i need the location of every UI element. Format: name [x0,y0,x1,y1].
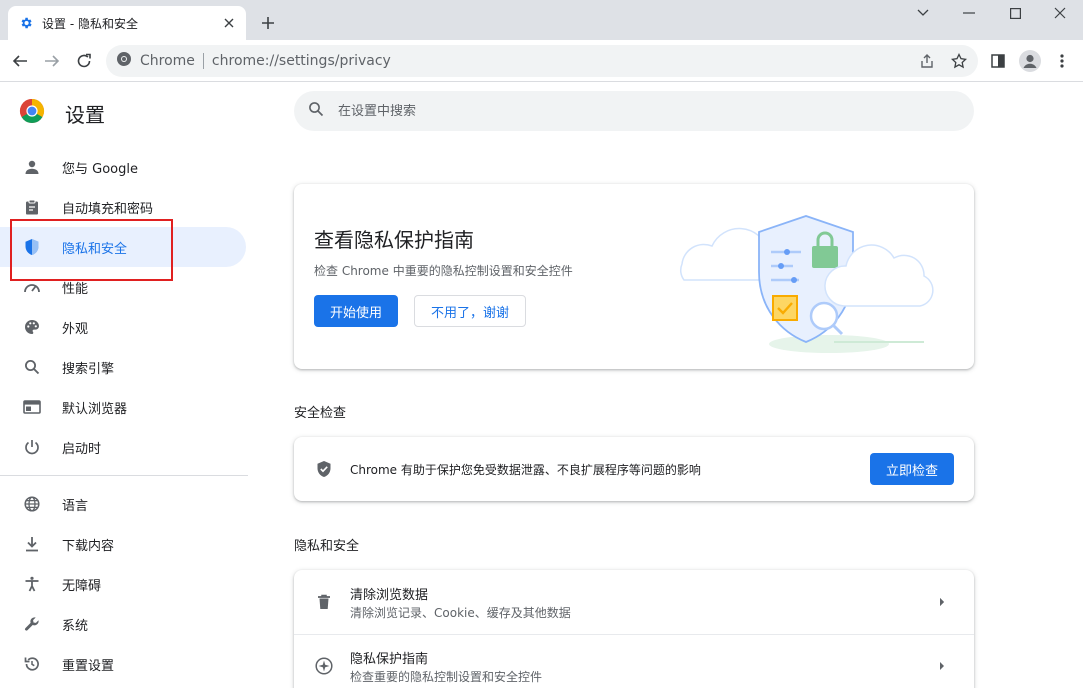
sidebar-item-downloads[interactable]: 下载内容 [0,524,246,564]
person-icon [22,157,42,177]
promo-title: 查看隐私保护指南 [314,228,474,252]
sidebar-item-accessibility[interactable]: 无障碍 [0,564,246,604]
row-title: 隐私保护指南 [350,652,429,667]
wrench-icon [22,614,42,634]
site-name: Chrome [140,53,195,69]
chrome-logo-icon [19,98,45,128]
gear-icon [18,15,34,31]
sidebar-item-reset[interactable]: 重置设置 [0,644,246,684]
tab-strip: 设置 - 隐私和安全 [0,0,1083,40]
settings-header: 设置 [19,98,105,128]
download-icon [22,534,42,554]
search-input[interactable] [338,103,938,119]
compass-icon [314,656,334,676]
sidebar-item-label: 自动填充和密码 [62,201,154,217]
back-icon[interactable] [6,47,34,75]
row-subtitle: 清除浏览记录、Cookie、缓存及其他数据 [350,606,571,620]
omnibox-separator [202,53,204,69]
bookmark-star-icon[interactable] [950,52,968,70]
share-icon[interactable] [918,52,936,70]
window-close-icon[interactable] [1037,0,1083,26]
highlight-annotation [10,219,173,281]
sidebar-item-label: 外观 [62,321,89,337]
dismiss-button[interactable]: 不用了，谢谢 [414,295,526,327]
sidebar-item-system[interactable]: 系统 [0,604,246,644]
close-icon[interactable] [220,14,238,32]
safety-check-text: Chrome 有助于保护您免受数据泄露、不良扩展程序等问题的影响 [350,463,701,477]
sidebar-item-label: 无障碍 [62,578,102,594]
sidebar-item-label: 下载内容 [62,538,115,554]
sidebar-item-label: 默认浏览器 [62,401,128,417]
url-text[interactable]: chrome://settings/privacy [212,53,391,69]
accessibility-icon [22,574,42,594]
privacy-guide-row[interactable]: 隐私保护指南 检查重要的隐私控制设置和安全控件 [294,634,974,688]
sidebar-item-on-startup[interactable]: 启动时 [0,427,246,467]
maximize-icon[interactable] [992,0,1038,26]
reset-icon [22,654,42,674]
sidebar-item-you-and-google[interactable]: 您与 Google [0,147,246,187]
sidebar-divider [0,475,248,476]
reload-icon[interactable] [70,47,98,75]
privacy-section-heading: 隐私和安全 [294,539,360,554]
palette-icon [22,317,42,337]
tab-settings[interactable]: 设置 - 隐私和安全 [8,6,246,40]
browser-icon [22,397,42,417]
sidebar-item-default-browser[interactable]: 默认浏览器 [0,387,246,427]
trash-icon [314,592,334,612]
power-icon [22,437,42,457]
safety-check-heading: 安全检查 [294,406,347,421]
sidebar-item-label: 语言 [62,498,89,514]
avatar[interactable] [1018,49,1042,73]
search-icon [22,357,42,377]
sidebar-item-label: 系统 [62,618,89,634]
sidebar-item-label: 搜索引擎 [62,361,115,377]
search-icon [308,101,324,121]
privacy-guide-illustration-icon [679,215,934,353]
row-title: 清除浏览数据 [350,588,429,603]
shield-check-icon [316,460,332,482]
sidebar-item-label: 您与 Google [62,161,138,177]
chrome-logo-icon [116,51,132,71]
minimize-icon[interactable] [946,0,992,26]
sidebar-item-languages[interactable]: 语言 [0,484,246,524]
address-bar[interactable]: Chrome chrome://settings/privacy [106,45,978,77]
sidebar-item-search-engine[interactable]: 搜索引擎 [0,347,246,387]
new-tab-button[interactable] [256,11,280,35]
tab-search-icon[interactable] [900,0,946,26]
privacy-guide-promo-card: 查看隐私保护指南 检查 Chrome 中重要的隐私控制设置和安全控件 开始使用 … [294,184,974,369]
row-subtitle: 检查重要的隐私控制设置和安全控件 [350,670,543,684]
check-now-button[interactable]: 立即检查 [870,453,954,485]
sidebar-item-label: 重置设置 [62,658,115,674]
page-title: 设置 [65,102,105,127]
side-panel-icon[interactable] [986,49,1010,73]
sidebar-item-label: 启动时 [62,441,102,457]
more-menu-icon[interactable] [1050,49,1074,73]
globe-icon [22,494,42,514]
toolbar: Chrome chrome://settings/privacy [0,40,1083,82]
sidebar-item-appearance[interactable]: 外观 [0,307,246,347]
settings-search[interactable] [294,91,974,131]
safety-check-card: Chrome 有助于保护您免受数据泄露、不良扩展程序等问题的影响 立即检查 [294,437,974,501]
clear-browsing-data-row[interactable]: 清除浏览数据 清除浏览记录、Cookie、缓存及其他数据 [294,570,974,635]
chevron-right-icon [934,594,950,610]
chevron-right-icon [934,658,950,674]
clipboard-icon [22,197,42,217]
tab-title: 设置 - 隐私和安全 [42,16,138,31]
promo-subtitle: 检查 Chrome 中重要的隐私控制设置和安全控件 [314,264,573,278]
start-button[interactable]: 开始使用 [314,295,398,327]
forward-icon[interactable] [38,47,66,75]
privacy-settings-card: 清除浏览数据 清除浏览记录、Cookie、缓存及其他数据 隐私保护指南 检查重要… [294,570,974,688]
